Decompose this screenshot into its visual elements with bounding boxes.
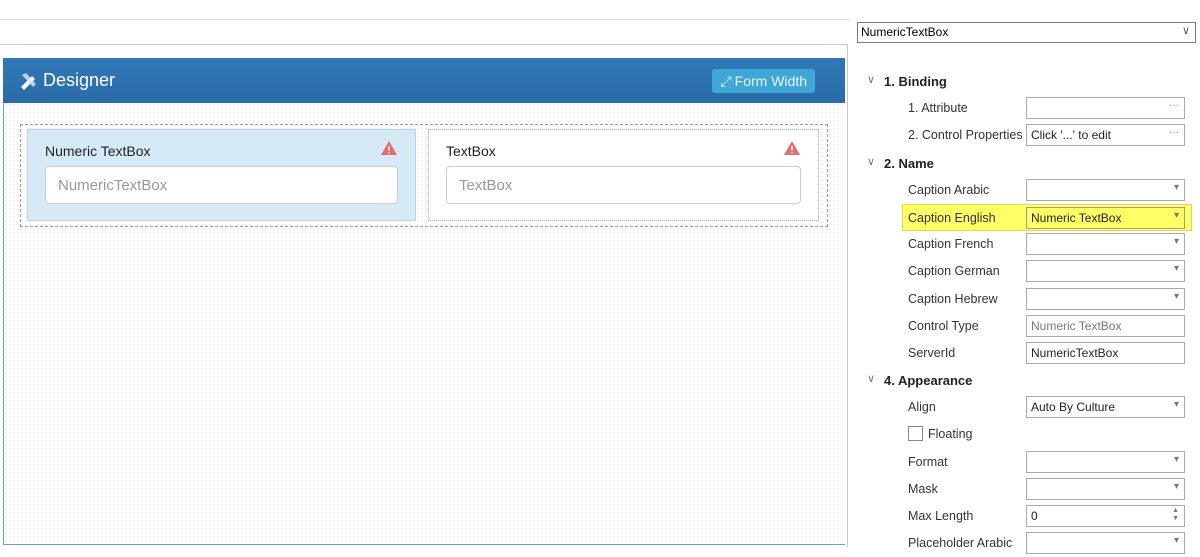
property-row-1-attribute: 1. Attribute ··· [862,95,1192,122]
property-value: Numeric TextBox [1031,210,1122,225]
property-value: 0 [1031,509,1038,523]
placeholder-arabic-input[interactable]: ▾ [1026,532,1185,555]
align-input[interactable]: Auto By Culture ▾ [1026,396,1185,419]
dropdown-arrow-icon[interactable]: ▾ [1174,454,1179,465]
max-length-input[interactable]: 0 ▲ ▼ [1026,505,1185,527]
property-row-serverid: ServerId NumericTextBox [862,340,1192,367]
property-label: Floating [928,427,973,442]
property-label: 1. Attribute [908,101,968,116]
caption-english-input[interactable]: Numeric TextBox ▾ [1026,206,1185,229]
designer-header: Designer ⤢ Form Width [3,58,845,103]
property-label: Format [908,454,948,469]
serverid-input[interactable]: NumericTextBox [1026,341,1185,364]
property-label: Caption Hebrew [908,291,998,306]
chevron-down-icon[interactable]: ∨ [867,372,875,385]
caption-french-input[interactable]: ▾ [1026,233,1185,256]
spinner-icon[interactable]: ▲ ▼ [1172,507,1179,523]
format-input[interactable]: ▾ [1026,450,1185,473]
property-row-caption-french: Caption French ▾ [862,231,1192,258]
property-value: Numeric TextBox [1031,318,1122,333]
caption-arabic-input[interactable]: ▾ [1026,178,1185,201]
control-type-input[interactable]: Numeric TextBox [1026,314,1185,337]
property-label: Max Length [908,509,974,523]
warning-icon[interactable] [784,141,800,155]
property-label: Control Type [908,318,979,333]
dropdown-arrow-icon[interactable]: ▾ [1174,182,1179,193]
property-label: 2. Control Properties [908,128,1023,143]
property-grid: ∨ 1. Binding 1. Attribute ··· 2. Control Pro… [862,68,1192,557]
property-label: Mask [908,481,938,496]
property-label: Align [908,400,936,415]
dropdown-arrow-icon[interactable]: ▾ [1174,399,1179,410]
form-row: Numeric TextBox NumericTextBox TextBox T… [20,124,828,227]
chevron-down-icon[interactable]: ∨ [867,155,875,168]
property-label: Caption French [908,237,994,252]
ellipsis-button[interactable]: ··· [1169,127,1179,138]
control-numeric-textbox[interactable]: Numeric TextBox NumericTextBox [27,129,416,221]
dropdown-arrow-icon[interactable]: ▾ [1174,263,1179,274]
control-caption: Numeric TextBox [45,143,151,159]
dropdown-arrow-icon[interactable]: ▾ [1174,291,1179,302]
property-label: 4. Appearance [884,373,973,389]
form-width-button[interactable]: ⤢ Form Width [712,69,815,93]
property-row-mask: Mask ▾ [862,476,1192,503]
property-label: 1. Binding [884,74,947,89]
property-value: NumericTextBox [1031,345,1119,360]
form-width-label: Form Width [734,73,807,89]
control-textbox[interactable]: TextBox TextBox [428,129,819,221]
floating-checkbox[interactable] [908,426,923,442]
property-label: Placeholder Arabic [908,536,1013,551]
property-label: Caption English [908,210,996,225]
selected-control-value: NumericTextBox [861,25,949,39]
property-row-max-length: Max Length 0 ▲ ▼ [862,503,1192,530]
mask-input[interactable]: ▾ [1026,477,1185,500]
dropdown-arrow-icon[interactable]: ▾ [1174,210,1179,221]
property-row-align: Align Auto By Culture ▾ [862,394,1192,421]
resize-icon: ⤢ [720,72,732,89]
numeric-textbox-input[interactable]: NumericTextBox [45,166,398,204]
chevron-down-icon: ∨ [1181,25,1190,37]
dropdown-arrow-icon[interactable]: ▾ [1174,535,1179,546]
design-canvas[interactable]: Numeric TextBox NumericTextBox TextBox T… [3,103,845,545]
property-value: Auto By Culture [1031,400,1116,415]
property-row-caption-english: Caption English Numeric TextBox ▾ [902,203,1192,232]
caption-hebrew-input[interactable]: ▾ [1026,287,1185,310]
property-label: 2. Name [884,155,934,171]
dropdown-arrow-icon[interactable]: ▾ [1174,236,1179,247]
property-row-placeholder-arabic: Placeholder Arabic ▾ [862,530,1192,557]
property-row-floating: Floating [862,421,1192,448]
caption-german-input[interactable]: ▾ [1026,260,1185,283]
1-attribute-input[interactable]: ··· [1026,97,1185,120]
control-selector-dropdown[interactable]: NumericTextBox ∨ [857,22,1196,43]
2-control-properties-input[interactable]: Click '...' to edit ··· [1026,124,1185,147]
category-1-binding[interactable]: ∨ 1. Binding [862,68,1192,95]
chevron-down-icon[interactable]: ∨ [867,73,875,86]
pencil-ruler-icon [21,72,36,90]
property-row-caption-german: Caption German ▾ [862,258,1192,285]
designer-title: Designer [43,70,116,90]
dropdown-arrow-icon[interactable]: ▾ [1174,481,1179,492]
property-label: Caption German [908,264,1000,279]
property-row-caption-arabic: Caption Arabic ▾ [862,177,1192,204]
top-divider [0,19,850,20]
category-4-appearance[interactable]: ∨ 4. Appearance [862,367,1192,394]
textbox-input[interactable]: TextBox [446,166,801,204]
property-label: Caption Arabic [908,182,990,197]
ellipsis-button[interactable]: ··· [1169,100,1179,111]
property-row-format: Format ▾ [862,449,1192,476]
warning-icon[interactable] [381,141,397,155]
property-label: ServerId [908,345,956,360]
property-value: Click '...' to edit [1031,128,1111,143]
property-row-caption-hebrew: Caption Hebrew ▾ [862,286,1192,313]
category-2-name[interactable]: ∨ 2. Name [862,150,1192,177]
property-row-2-control-properties: 2. Control Properties Click '...' to edit… [862,122,1192,149]
control-caption: TextBox [446,143,496,159]
property-row-control-type: Control Type Numeric TextBox [862,313,1192,340]
